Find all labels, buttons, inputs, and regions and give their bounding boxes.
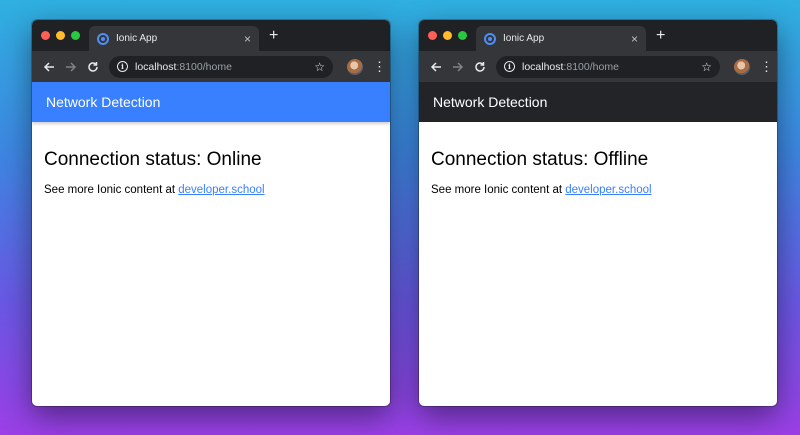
close-window-button[interactable] — [41, 31, 50, 40]
forward-button[interactable] — [447, 56, 469, 78]
arrow-right-icon — [453, 61, 464, 72]
minimize-window-button[interactable] — [443, 31, 452, 40]
back-button[interactable] — [425, 56, 447, 78]
browser-window-online: Ionic App × + i localhost:8100/home ☆ ⋮ … — [32, 20, 390, 406]
arrow-left-icon — [430, 61, 441, 72]
more-content-text: See more Ionic content at developer.scho… — [44, 184, 378, 196]
address-bar[interactable]: i localhost:8100/home ☆ — [496, 55, 720, 78]
close-window-button[interactable] — [428, 31, 437, 40]
connection-status-heading: Connection status: Online — [44, 149, 262, 170]
tab-strip: Ionic App × + — [32, 20, 390, 51]
tab-close-icon[interactable]: × — [244, 33, 251, 45]
browser-tab[interactable]: Ionic App × — [476, 26, 646, 51]
forward-button[interactable] — [60, 56, 82, 78]
url-path: :8100/home — [176, 60, 232, 73]
app-header: Network Detection — [32, 82, 390, 122]
more-content-text: See more Ionic content at developer.scho… — [431, 184, 765, 196]
tab-title: Ionic App — [503, 33, 545, 44]
info-icon[interactable]: i — [117, 61, 128, 72]
tab-strip: Ionic App × + — [419, 20, 777, 51]
browser-toolbar: i localhost:8100/home ☆ ⋮ — [32, 51, 390, 82]
more-content-label: See more Ionic content at — [44, 184, 179, 196]
maximize-window-button[interactable] — [71, 31, 80, 40]
browser-window-offline: Ionic App × + i localhost:8100/home ☆ ⋮ … — [419, 20, 777, 406]
browser-toolbar: i localhost:8100/home ☆ ⋮ — [419, 51, 777, 82]
maximize-window-button[interactable] — [458, 31, 467, 40]
arrow-left-icon — [43, 61, 54, 72]
more-content-label: See more Ionic content at — [431, 184, 566, 196]
profile-avatar[interactable] — [734, 58, 750, 75]
vertical-dots-icon[interactable]: ⋮ — [373, 59, 386, 75]
app-title: Network Detection — [46, 94, 161, 110]
back-button[interactable] — [38, 56, 60, 78]
minimize-window-button[interactable] — [56, 31, 65, 40]
address-bar[interactable]: i localhost:8100/home ☆ — [109, 55, 333, 78]
new-tab-button[interactable]: + — [656, 28, 665, 44]
star-icon[interactable]: ☆ — [701, 60, 712, 74]
ionic-favicon-icon — [97, 32, 109, 45]
new-tab-button[interactable]: + — [269, 28, 278, 44]
window-controls — [41, 31, 80, 40]
reload-button[interactable] — [469, 56, 491, 78]
url-host: localhost — [522, 60, 564, 73]
reload-button[interactable] — [82, 56, 104, 78]
reload-icon — [475, 61, 485, 72]
developer-school-link[interactable]: developer.school — [565, 184, 651, 196]
url-host: localhost — [135, 60, 177, 73]
reload-icon — [88, 61, 98, 72]
developer-school-link[interactable]: developer.school — [178, 184, 264, 196]
tab-title: Ionic App — [116, 33, 158, 44]
profile-avatar[interactable] — [347, 58, 363, 75]
arrow-right-icon — [66, 61, 77, 72]
app-title: Network Detection — [433, 94, 548, 110]
connection-status-heading: Connection status: Offline — [431, 149, 649, 170]
vertical-dots-icon[interactable]: ⋮ — [760, 59, 773, 75]
url-path: :8100/home — [563, 60, 619, 73]
page-content: Connection status: Online See more Ionic… — [32, 122, 390, 196]
window-controls — [428, 31, 467, 40]
app-header: Network Detection — [419, 82, 777, 122]
info-icon[interactable]: i — [504, 61, 515, 72]
ionic-favicon-icon — [484, 32, 496, 45]
page-content: Connection status: Offline See more Ioni… — [419, 122, 777, 196]
browser-tab[interactable]: Ionic App × — [89, 26, 259, 51]
tab-close-icon[interactable]: × — [631, 33, 638, 45]
star-icon[interactable]: ☆ — [314, 60, 325, 74]
